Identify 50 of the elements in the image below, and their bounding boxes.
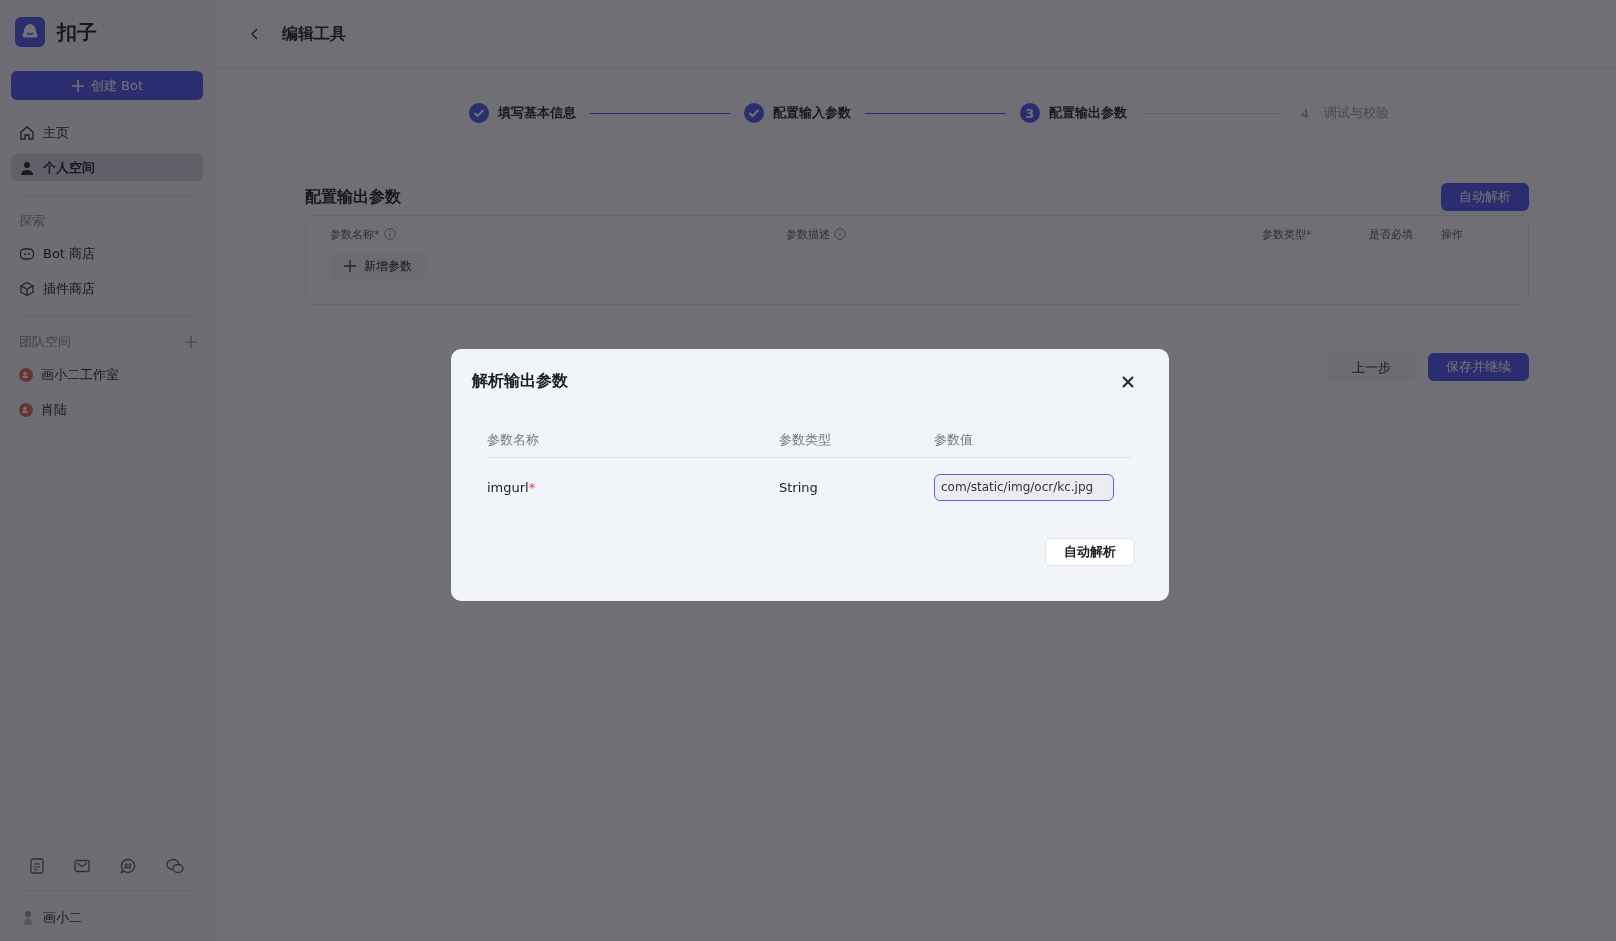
table-cell-text: String <box>779 479 819 495</box>
check-icon <box>744 103 765 123</box>
sidebar-item[interactable]: 插件商店 <box>11 275 203 302</box>
mail-icon[interactable] <box>74 859 90 873</box>
step-label: 配置输入参数 <box>773 104 852 122</box>
step-label: 配置输出参数 <box>1048 104 1127 122</box>
auto-parse-button[interactable]: 自动解析 <box>1441 183 1529 211</box>
dialog-title: 解析输出参数 <box>472 371 568 392</box>
step-number: 3 <box>1019 103 1040 123</box>
create-bot-button[interactable]: 创建 Bot <box>11 71 203 100</box>
sidebar-item[interactable]: Bot 商店 <box>11 240 203 267</box>
plus-icon <box>344 260 356 272</box>
chat-icon[interactable] <box>120 858 136 874</box>
avatar-icon[interactable] <box>23 910 33 926</box>
info-icon <box>383 228 396 240</box>
add-team-icon[interactable] <box>185 336 197 348</box>
team-icon <box>19 402 33 417</box>
column-header: 参数类型 <box>779 430 832 449</box>
sidebar-item[interactable]: 个人空间 <box>11 154 203 181</box>
logo-icon <box>15 17 45 47</box>
column-header: 参数描述 <box>786 226 830 242</box>
auto-parse-button[interactable]: 自动解析 <box>1045 538 1135 566</box>
column-header: 参数名称* <box>330 226 380 242</box>
back-icon[interactable] <box>250 27 260 41</box>
page-title: 编辑工具 <box>282 23 346 45</box>
bot-icon <box>19 245 35 262</box>
check-icon <box>469 103 489 123</box>
section-title: 配置输出参数 <box>305 186 401 208</box>
document-icon[interactable] <box>30 858 44 874</box>
column-header: 参数值 <box>934 430 973 449</box>
column-header: 参数类型* <box>1262 226 1312 242</box>
value-field[interactable]: com/static/img/ocr/kc.jpg <box>934 473 1114 501</box>
plus-icon <box>70 78 85 93</box>
save-continue-button[interactable]: 保存并继续 <box>1428 353 1529 381</box>
sidebar-item[interactable]: 主页 <box>11 119 203 146</box>
close-icon[interactable] <box>1121 374 1135 389</box>
sidebar-item[interactable]: 画小二工作室 <box>11 361 203 388</box>
person-icon <box>19 159 35 176</box>
team-icon <box>19 367 33 382</box>
column-header: 参数名称 <box>487 430 540 449</box>
sidebar-item[interactable]: 肖陆 <box>11 396 203 423</box>
chat-bubbles-icon[interactable] <box>166 858 184 874</box>
cube-icon <box>19 280 35 297</box>
info-icon <box>834 228 846 240</box>
brand-name: 扣子 <box>57 18 97 46</box>
table-cell-text: imgurl* <box>487 479 537 495</box>
step-label: 填写基本信息 <box>498 104 576 122</box>
home-icon <box>19 124 35 141</box>
column-header: 操作 <box>1441 226 1463 242</box>
user-name: 画小二 <box>43 909 82 927</box>
